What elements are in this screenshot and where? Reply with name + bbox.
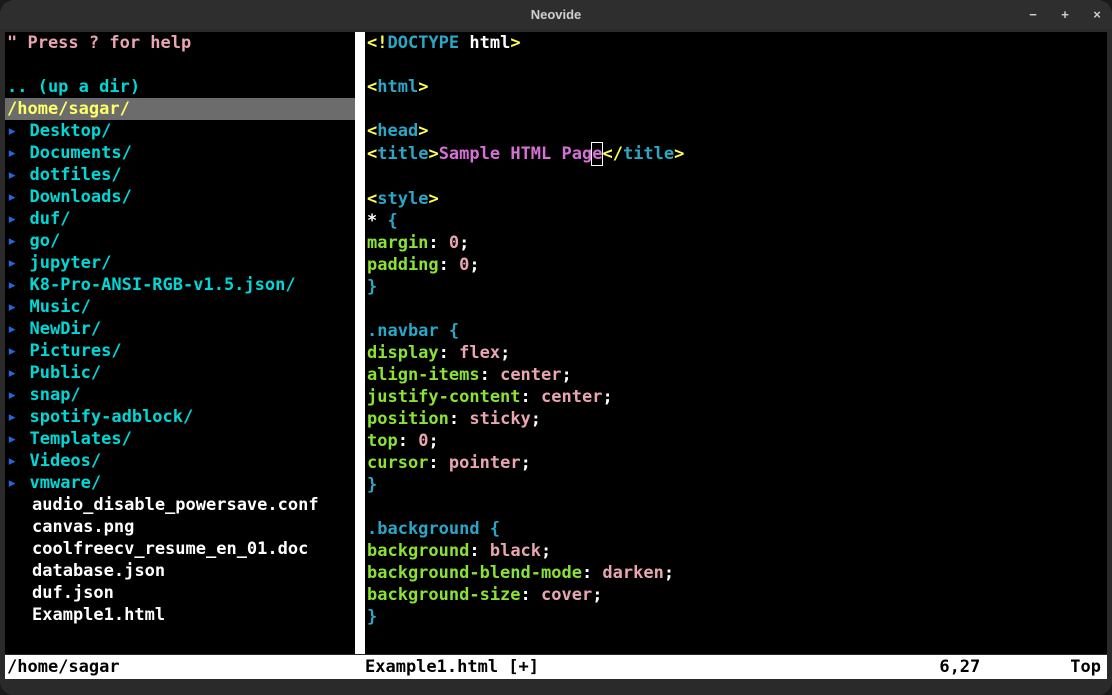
chevron-right-icon: ▸: [7, 473, 19, 493]
dir-item[interactable]: ▸ dotfiles/: [5, 164, 355, 186]
file-item[interactable]: coolfreecv_resume_en_01.doc: [5, 538, 355, 560]
dir-label: K8-Pro-ANSI-RGB-v1.5.json/: [19, 275, 295, 295]
chevron-right-icon: ▸: [7, 165, 19, 185]
chevron-right-icon: ▸: [7, 121, 19, 141]
titlebar[interactable]: Neovide − + ×: [0, 0, 1112, 29]
dir-label: Desktop/: [19, 121, 111, 141]
file-item[interactable]: audio_disable_powersave.conf: [5, 494, 355, 516]
chevron-right-icon: ▸: [7, 143, 19, 163]
file-tree-pane[interactable]: " Press ? for help .. (up a dir) /home/s…: [5, 32, 357, 654]
file-item[interactable]: Example1.html: [5, 604, 355, 626]
status-file: Example1.html [+]: [359, 656, 539, 678]
dir-item[interactable]: ▸ jupyter/: [5, 252, 355, 274]
chevron-right-icon: ▸: [7, 253, 19, 273]
help-hint: " Press ? for help: [5, 32, 355, 54]
file-item[interactable]: canvas.png: [5, 516, 355, 538]
chevron-right-icon: ▸: [7, 363, 19, 383]
window-controls: − + ×: [1026, 4, 1104, 26]
chevron-right-icon: ▸: [7, 407, 19, 427]
chevron-right-icon: ▸: [7, 429, 19, 449]
dir-item[interactable]: ▸ snap/: [5, 384, 355, 406]
dir-item[interactable]: ▸ Templates/: [5, 428, 355, 450]
dir-label: vmware/: [19, 473, 101, 493]
status-bar: /home/sagar Example1.html [+] 6,27 Top: [0, 655, 1112, 679]
current-path[interactable]: /home/sagar/: [5, 98, 355, 120]
editor-area: " Press ? for help .. (up a dir) /home/s…: [0, 29, 1112, 655]
dir-item[interactable]: ▸ Public/: [5, 362, 355, 384]
file-item[interactable]: database.json: [5, 560, 355, 582]
minimize-button[interactable]: −: [1026, 4, 1040, 26]
dir-item[interactable]: ▸ Desktop/: [5, 120, 355, 142]
dir-label: NewDir/: [19, 319, 101, 339]
dir-label: Documents/: [19, 143, 132, 163]
dir-item[interactable]: ▸ spotify-adblock/: [5, 406, 355, 428]
chevron-right-icon: ▸: [7, 319, 19, 339]
status-scroll: Top: [1070, 656, 1107, 678]
maximize-button[interactable]: +: [1058, 4, 1072, 26]
chevron-right-icon: ▸: [7, 209, 19, 229]
dir-label: go/: [19, 231, 60, 251]
dir-label: Templates/: [19, 429, 132, 449]
dir-item[interactable]: ▸ duf/: [5, 208, 355, 230]
code-editor-pane[interactable]: <!DOCTYPE html> <html> <head> <title>Sam…: [363, 32, 1107, 654]
app-window: Neovide − + × " Press ? for help .. (up …: [0, 0, 1112, 695]
status-path: /home/sagar: [5, 656, 359, 678]
chevron-right-icon: ▸: [7, 275, 19, 295]
dir-item[interactable]: ▸ go/: [5, 230, 355, 252]
dir-item[interactable]: ▸ K8-Pro-ANSI-RGB-v1.5.json/: [5, 274, 355, 296]
dir-label: spotify-adblock/: [19, 407, 193, 427]
dir-item[interactable]: ▸ NewDir/: [5, 318, 355, 340]
window-title: Neovide: [531, 4, 582, 26]
up-dir[interactable]: .. (up a dir): [5, 76, 355, 98]
dir-item[interactable]: ▸ vmware/: [5, 472, 355, 494]
chevron-right-icon: ▸: [7, 341, 19, 361]
chevron-right-icon: ▸: [7, 297, 19, 317]
dir-label: Music/: [19, 297, 91, 317]
dir-item[interactable]: ▸ Documents/: [5, 142, 355, 164]
dir-label: Downloads/: [19, 187, 132, 207]
dir-item[interactable]: ▸ Downloads/: [5, 186, 355, 208]
close-button[interactable]: ×: [1090, 4, 1104, 26]
dir-label: Pictures/: [19, 341, 121, 361]
file-item[interactable]: duf.json: [5, 582, 355, 604]
dir-item[interactable]: ▸ Pictures/: [5, 340, 355, 362]
chevron-right-icon: ▸: [7, 187, 19, 207]
dir-label: dotfiles/: [19, 165, 121, 185]
dir-label: snap/: [19, 385, 80, 405]
dir-label: jupyter/: [19, 253, 111, 273]
chevron-right-icon: ▸: [7, 451, 19, 471]
dir-item[interactable]: ▸ Music/: [5, 296, 355, 318]
status-position: 6,27: [939, 656, 1070, 678]
dir-item[interactable]: ▸ Videos/: [5, 450, 355, 472]
dir-label: Public/: [19, 363, 101, 383]
chevron-right-icon: ▸: [7, 231, 19, 251]
chevron-right-icon: ▸: [7, 385, 19, 405]
dir-label: duf/: [19, 209, 70, 229]
dir-label: Videos/: [19, 451, 101, 471]
